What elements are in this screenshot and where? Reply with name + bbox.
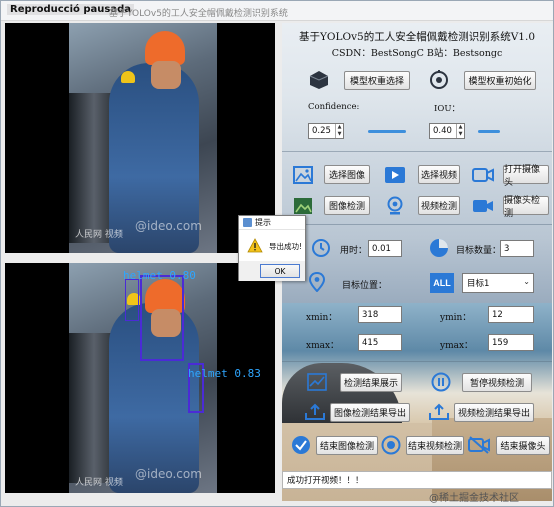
iou-slider[interactable] — [478, 130, 500, 133]
iou-spinbox[interactable]: 0.40 ▲ ▼ — [429, 123, 465, 139]
export-image-button[interactable]: 图像检测结果导出 — [330, 403, 410, 422]
warning-icon — [247, 238, 263, 253]
camera-off-icon — [468, 434, 490, 456]
ymax-field[interactable]: 159 — [488, 334, 534, 351]
model-select-button[interactable]: 模型权重选择 — [344, 71, 410, 90]
panel-title: 基于YOLOv5的工人安全帽佩戴检测识别系统V1.0 — [298, 31, 535, 43]
iou-label: IOU： — [434, 104, 460, 114]
video-logo: 人民网 视频 — [75, 230, 123, 240]
line-chart-icon — [306, 371, 328, 393]
app-icon — [243, 218, 252, 227]
message-dialog: 提示 导出成功! OK — [238, 215, 306, 281]
video-watermark: @ideo.com — [135, 467, 202, 481]
time-label: 用时： — [340, 246, 368, 256]
stop-circle-icon — [380, 434, 402, 456]
pie-icon — [428, 237, 450, 259]
confidence-slider[interactable] — [368, 130, 406, 133]
background-helmet — [121, 71, 135, 83]
camera-detect-button[interactable]: 摄像头检测 — [503, 196, 549, 219]
panel-subtitle: CSDN：BestSongC B站：Bestsongc — [331, 48, 503, 59]
model-init-button[interactable]: 模型权重初始化 — [464, 71, 536, 90]
target-icon — [428, 69, 450, 91]
select-video-button[interactable]: 选择视频 — [418, 165, 460, 184]
video-detect-button[interactable]: 视频检测 — [418, 196, 460, 215]
upload-icon — [304, 401, 326, 423]
xmax-field[interactable]: 415 — [358, 334, 402, 351]
camera-icon — [472, 164, 494, 186]
confidence-label: Confidence: — [308, 102, 360, 112]
upload-icon — [428, 401, 450, 423]
confidence-spinbox[interactable]: 0.25 ▲ ▼ — [308, 123, 344, 139]
target-position-label: 目标位置： — [342, 281, 388, 291]
original-video-frame: @ideo.com 人民网 视频 — [5, 23, 275, 253]
video-play-icon — [384, 164, 406, 186]
image-detect-icon — [292, 195, 314, 217]
webcam-icon — [384, 195, 406, 217]
target-select[interactable]: 目标1 ⌄ — [462, 273, 534, 293]
app-window: Reproducció pausada 基于YOLOv5的工人安全帽佩戴检测识别… — [0, 0, 554, 507]
divider — [282, 361, 552, 362]
open-camera-button[interactable]: 打开摄像头 — [503, 165, 549, 188]
window-title: 基于YOLOv5的工人安全帽佩戴检测识别系统 — [109, 9, 288, 19]
worker-face — [151, 61, 181, 89]
target-count-label: 目标数量： — [456, 246, 502, 256]
dialog-body: 导出成功! — [239, 231, 305, 261]
xmin-field[interactable]: 318 — [358, 306, 402, 323]
end-video-button[interactable]: 结束视频检测 — [406, 436, 464, 455]
ymin-label: ymin： — [440, 313, 472, 323]
worker-helmet — [145, 31, 185, 65]
divider — [282, 151, 552, 152]
detection-box — [140, 275, 184, 361]
export-video-button[interactable]: 视频检测结果导出 — [454, 403, 534, 422]
detection-label-2: helmet 0.83 — [188, 367, 261, 380]
detected-video-frame: helmet 0.80 helmet 0.83 @ideo.com 人民网 视频 — [5, 263, 275, 493]
location-pin-icon — [306, 271, 328, 293]
video-watermark: @ideo.com — [135, 219, 202, 233]
divider — [282, 224, 552, 225]
ymax-label: ymax： — [440, 341, 474, 351]
brand-watermark: @稀土掘金技术社区 — [429, 493, 519, 504]
pause-video-button[interactable]: 暂停视频检测 — [462, 373, 532, 392]
title-bar: Reproducció pausada 基于YOLOv5的工人安全帽佩戴检测识别… — [1, 1, 553, 21]
ok-button[interactable]: OK — [260, 264, 300, 278]
control-panel: 基于YOLOv5的工人安全帽佩戴检测识别系统V1.0 CSDN：BestSong… — [282, 23, 552, 501]
xmax-label: xmax： — [306, 341, 340, 351]
all-icon: ALL — [430, 273, 454, 293]
cube-icon — [308, 69, 330, 91]
end-image-button[interactable]: 结束图像检测 — [316, 436, 378, 455]
show-results-button[interactable]: 检测结果展示 — [340, 373, 402, 392]
ymin-field[interactable]: 12 — [488, 306, 534, 323]
video-logo: 人民网 视频 — [75, 478, 123, 488]
target-count-field[interactable]: 3 — [500, 240, 534, 257]
status-bar: 成功打开视频！！！ — [282, 471, 552, 489]
select-image-button[interactable]: 选择图像 — [324, 165, 370, 184]
xmin-label: xmin： — [306, 313, 338, 323]
image-icon — [292, 164, 314, 186]
check-circle-icon — [290, 434, 312, 456]
dialog-message: 导出成功! — [269, 242, 303, 251]
image-detect-button[interactable]: 图像检测 — [324, 196, 370, 215]
camera-detect-icon — [472, 195, 494, 217]
detection-box-small — [125, 279, 139, 321]
time-field[interactable]: 0.01 — [368, 240, 402, 257]
clock-icon — [310, 237, 332, 259]
end-camera-button[interactable]: 结束摄像头 — [496, 436, 550, 455]
pause-icon — [430, 371, 452, 393]
